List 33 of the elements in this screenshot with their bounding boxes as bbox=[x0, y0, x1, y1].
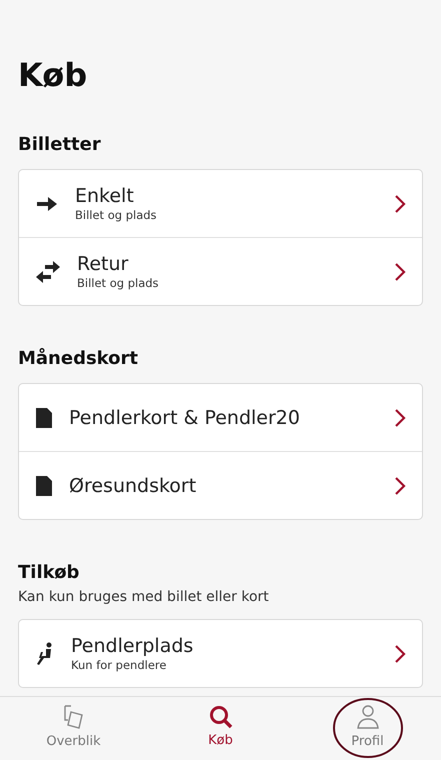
section-heading: Tilkøb bbox=[18, 562, 80, 583]
chevron-right-icon bbox=[394, 408, 406, 428]
item-subtitle: Kun for pendlere bbox=[71, 658, 168, 672]
nav-tab[interactable]: Overblik bbox=[0, 697, 147, 755]
item-title: Øresundskort bbox=[69, 474, 198, 496]
nav-tab[interactable]: Profil bbox=[294, 697, 441, 755]
section-heading: Månedskort bbox=[18, 348, 140, 369]
person-icon bbox=[356, 704, 380, 730]
menu-item[interactable]: Enkelt Billet og plads bbox=[19, 170, 422, 237]
section-heading: Billetter bbox=[18, 134, 102, 155]
card-icon bbox=[35, 406, 53, 428]
chevron-right-icon bbox=[394, 194, 406, 214]
card-icon bbox=[35, 474, 53, 496]
menu-item[interactable]: Pendlerkort & Pendler20 bbox=[19, 384, 422, 451]
nav-tab[interactable]: Køb bbox=[147, 697, 294, 755]
item-title: Pendlerplads bbox=[71, 635, 194, 657]
menu-item[interactable]: Øresundskort bbox=[19, 451, 422, 519]
chevron-right-icon bbox=[394, 262, 406, 282]
item-subtitle: Billet og plads bbox=[75, 208, 158, 222]
item-title: Retur bbox=[77, 253, 130, 275]
chevron-right-icon bbox=[394, 476, 406, 496]
menu-item[interactable]: Pendlerplads Kun for pendlere bbox=[19, 620, 422, 687]
documents-icon bbox=[62, 704, 86, 730]
chevron-right-icon bbox=[394, 644, 406, 664]
item-title: Pendlerkort & Pendler20 bbox=[69, 406, 301, 428]
menu-item[interactable]: Retur Billet og plads bbox=[19, 237, 422, 305]
page-title: Køb bbox=[18, 56, 88, 94]
search-icon bbox=[208, 704, 232, 728]
swap-arrows-icon bbox=[35, 260, 61, 284]
item-subtitle: Billet og plads bbox=[77, 276, 160, 290]
arrow-right-icon bbox=[35, 194, 59, 212]
item-title: Enkelt bbox=[75, 185, 135, 207]
section-description: Kan kun bruges med billet eller kort bbox=[18, 589, 270, 605]
